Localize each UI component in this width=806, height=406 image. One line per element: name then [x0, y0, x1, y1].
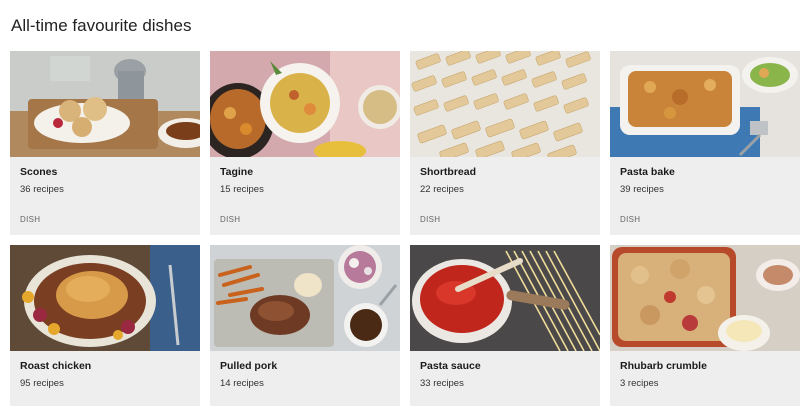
- dish-card-tagine[interactable]: Tagine 15 recipes DISH: [210, 51, 400, 235]
- tagine-photo[interactable]: [210, 51, 400, 157]
- dish-card-scones[interactable]: Scones 36 recipes DISH: [10, 51, 200, 235]
- dish-card-pulled-pork[interactable]: Pulled pork 14 recipes: [210, 245, 400, 406]
- card-type-label: DISH: [420, 215, 441, 224]
- pasta-sauce-photo[interactable]: [410, 245, 600, 351]
- dish-card-pasta-bake[interactable]: Pasta bake 39 recipes DISH: [610, 51, 800, 235]
- scones-photo[interactable]: [10, 51, 200, 157]
- recipe-count: 39 recipes: [620, 184, 664, 195]
- card-title: Tagine: [220, 166, 254, 178]
- dish-card-roast-chicken[interactable]: Roast chicken 95 recipes: [10, 245, 200, 406]
- card-type-label: DISH: [20, 215, 41, 224]
- dish-card-pasta-sauce[interactable]: Pasta sauce 33 recipes: [410, 245, 600, 406]
- section-title: All-time favourite dishes: [11, 16, 192, 35]
- card-title: Pulled pork: [220, 360, 278, 372]
- card-title: Roast chicken: [20, 360, 92, 372]
- recipe-count: 95 recipes: [20, 378, 64, 389]
- dishes-grid: Scones 36 recipes DISH Tagine 15 recipes…: [10, 51, 800, 406]
- dish-card-rhubarb-crumble[interactable]: Rhubarb crumble 3 recipes: [610, 245, 800, 406]
- recipe-count: 15 recipes: [220, 184, 264, 195]
- rhubarb-crumble-photo[interactable]: [610, 245, 800, 351]
- card-title: Scones: [20, 166, 58, 178]
- pasta-bake-photo[interactable]: [610, 51, 800, 157]
- card-type-label: DISH: [620, 215, 641, 224]
- card-title: Shortbread: [420, 166, 477, 178]
- recipe-count: 36 recipes: [20, 184, 64, 195]
- card-title: Pasta bake: [620, 166, 675, 178]
- recipe-count: 3 recipes: [620, 378, 659, 389]
- shortbread-photo[interactable]: [410, 51, 600, 157]
- card-type-label: DISH: [220, 215, 241, 224]
- recipe-count: 22 recipes: [420, 184, 464, 195]
- card-title: Rhubarb crumble: [620, 360, 707, 372]
- pulled-pork-photo[interactable]: [210, 245, 400, 351]
- dish-card-shortbread[interactable]: Shortbread 22 recipes DISH: [410, 51, 600, 235]
- recipe-count: 33 recipes: [420, 378, 464, 389]
- card-title: Pasta sauce: [420, 360, 481, 372]
- roast-chicken-photo[interactable]: [10, 245, 200, 351]
- recipe-count: 14 recipes: [220, 378, 264, 389]
